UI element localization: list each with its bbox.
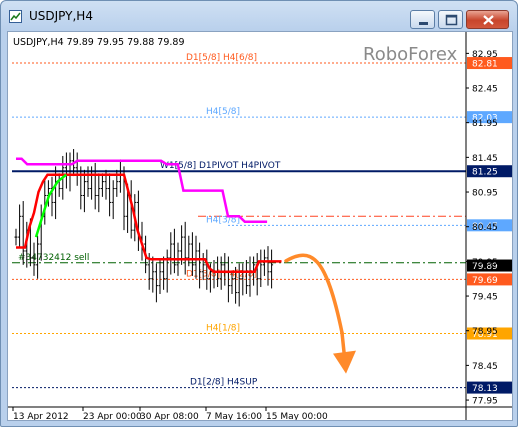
ohlc-bar <box>75 152 79 186</box>
ohlc-bar <box>57 173 61 197</box>
level-label: D1[2/8] H4SUP <box>190 378 258 388</box>
ohlc-bar <box>100 173 104 197</box>
ohlc-bar <box>162 256 166 290</box>
y-tick-label: 80.95 <box>472 189 498 199</box>
maximize-button[interactable] <box>438 10 463 29</box>
close-button[interactable] <box>466 10 509 29</box>
ohlc-bar <box>198 242 202 289</box>
y-tick-label: 80.45 <box>472 223 498 233</box>
close-icon <box>483 15 494 25</box>
ohlc-bar <box>172 228 176 274</box>
ohlc-bar <box>169 232 173 275</box>
y-tick-label: 78.95 <box>472 327 498 337</box>
maximize-icon <box>445 14 458 26</box>
chart-app-icon <box>9 10 22 23</box>
y-tick-label: 77.95 <box>472 397 498 407</box>
chart-window: USDJPY,H4 D1[5/8] H4[6/8] 82.81 H4[5/8] 82.… <box>0 0 518 427</box>
ohlc-bar <box>79 166 83 210</box>
ohlc-bar <box>18 204 22 249</box>
y-tick-label: 78.45 <box>472 362 498 372</box>
chart-area[interactable]: D1[5/8] H4[6/8] 82.81 H4[5/8] 82.03 W1[5/8] … <box>7 31 513 422</box>
ohlc-bar <box>118 159 122 193</box>
watermark: RoboForex <box>363 44 458 65</box>
level-label: #34732412 sell <box>18 253 89 263</box>
ohlc-bar <box>259 249 263 288</box>
y-tick-label: 79.45 <box>472 293 498 303</box>
ohlc-bar <box>82 169 86 213</box>
ohlc-bar <box>136 190 140 251</box>
title-bar[interactable]: USDJPY,H4 <box>1 1 517 31</box>
x-tick-label: 13 Apr 2012 <box>13 412 69 420</box>
y-tick-label: 82.45 <box>472 85 498 95</box>
ohlc-bar <box>14 228 18 246</box>
ohlc-bar <box>183 221 187 275</box>
y-tick-label: 81.45 <box>472 154 498 164</box>
forecast-arrow-head <box>333 350 356 374</box>
price-chart: D1[5/8] H4[6/8]82.81H4[5/8]82.03W1[5/8] … <box>8 32 512 422</box>
chart-header: USDJPY,H4 79.89 79.95 79.88 79.89 <box>13 37 185 48</box>
ohlc-bar <box>111 180 115 220</box>
y-tick-label: 81.95 <box>472 119 498 129</box>
price-tag-label: 78.13 <box>472 384 498 394</box>
minimize-icon <box>419 22 428 25</box>
y-tick-label: 82.95 <box>472 50 498 60</box>
ohlc-bar <box>158 259 162 294</box>
price-tag-label: 81.25 <box>472 168 498 178</box>
ohlc-bar <box>165 249 169 293</box>
ohlc-bar <box>97 173 101 213</box>
moving-average-line <box>34 173 67 238</box>
minimize-button[interactable] <box>410 10 435 29</box>
price-tag-label: 82.81 <box>472 60 498 70</box>
level-label: H4[1/8] <box>206 323 240 333</box>
price-tag-label: 79.69 <box>472 276 498 286</box>
window-title: USDJPY,H4 <box>29 9 93 23</box>
ohlc-bar <box>154 263 158 303</box>
level-label: H4[5/8] <box>206 107 240 117</box>
ohlc-bar <box>93 162 97 210</box>
ohlc-bar <box>270 249 274 289</box>
ohlc-bar <box>187 235 191 267</box>
x-tick-label: 30 Apr 08:00 <box>140 412 199 420</box>
forecast-arrow-shaft <box>284 253 344 335</box>
x-tick-label: 7 May 16:00 <box>206 412 262 420</box>
level-label: D1[5/8] H4[6/8] <box>186 53 257 63</box>
ohlc-bar <box>108 173 112 217</box>
ohlc-bar <box>151 256 155 293</box>
y-tick-label: 79.95 <box>472 258 498 268</box>
x-tick-label: 23 Apr 00:00 <box>83 412 142 420</box>
ohlc-bar <box>50 176 54 217</box>
x-tick-label: 15 May 00:00 <box>266 412 328 420</box>
